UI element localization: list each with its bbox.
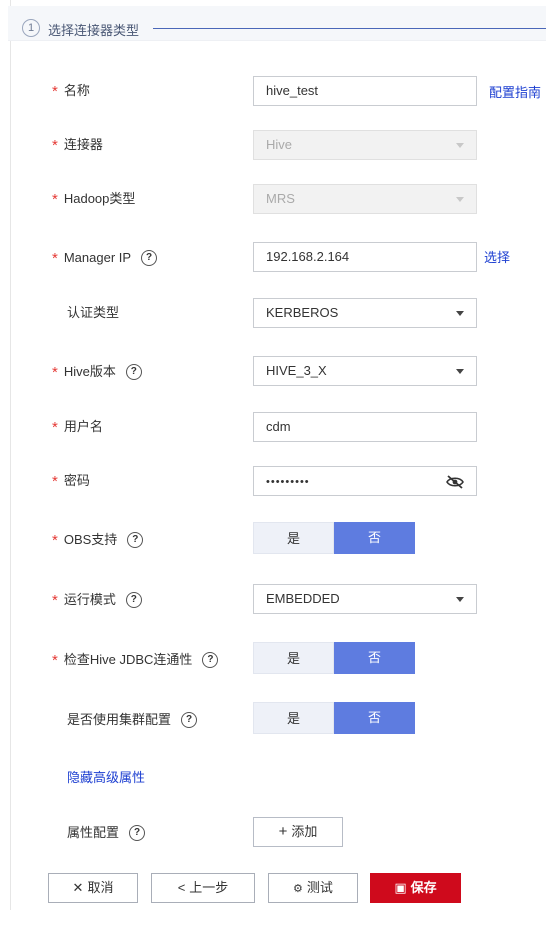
name-label: * 名称	[52, 83, 90, 100]
run-mode-label: * 运行模式?	[52, 590, 142, 610]
help-icon[interactable]: ?	[141, 249, 158, 266]
hide-advanced-link[interactable]: 隐藏高级属性	[67, 767, 145, 786]
save-button[interactable]: ▣ 保存	[370, 873, 461, 903]
password-label: * 密码	[52, 473, 90, 490]
obs-support-no[interactable]: 否	[334, 522, 415, 554]
use-cluster-config-label: 是否使用集群配置?	[67, 710, 198, 730]
manager-ip-label: * Manager IP?	[52, 248, 158, 268]
config-guide-link[interactable]: 配置指南	[489, 82, 541, 101]
use-cluster-config-no[interactable]: 否	[334, 702, 415, 734]
plus-icon: +	[278, 823, 288, 840]
check-jdbc-no[interactable]: 否	[334, 642, 415, 674]
test-button[interactable]: ⚙ 测试	[268, 873, 358, 903]
step-number: 1	[22, 19, 40, 37]
property-config-label: 属性配置?	[67, 823, 146, 843]
caret-down-icon	[456, 197, 464, 202]
manager-ip-input[interactable]: 192.168.2.164	[253, 242, 477, 272]
connector-select: Hive	[253, 130, 477, 160]
caret-down-icon	[456, 143, 464, 148]
auth-type-label: 认证类型	[67, 305, 120, 320]
username-label: * 用户名	[52, 419, 103, 436]
step-divider	[153, 28, 546, 29]
step-header: 1 选择连接器类型	[8, 6, 546, 41]
close-icon: ✕	[72, 880, 84, 895]
use-cluster-config-yes[interactable]: 是	[253, 702, 334, 734]
save-icon: ▣	[394, 880, 407, 895]
use-cluster-config-toggle: 是 否	[253, 702, 415, 734]
help-icon[interactable]: ?	[127, 531, 144, 548]
connector-label: * 连接器	[52, 137, 103, 154]
obs-support-toggle: 是 否	[253, 522, 415, 554]
chevron-left-icon: <	[177, 880, 186, 895]
help-icon[interactable]: ?	[202, 651, 219, 668]
name-input[interactable]: hive_test	[253, 76, 477, 106]
caret-down-icon	[456, 311, 464, 316]
cancel-button[interactable]: ✕ 取消	[48, 873, 138, 903]
check-jdbc-yes[interactable]: 是	[253, 642, 334, 674]
select-link[interactable]: 选择	[484, 247, 510, 266]
eye-off-icon[interactable]	[446, 475, 464, 489]
hive-version-select[interactable]: HIVE_3_X	[253, 356, 477, 386]
prev-step-button[interactable]: < 上一步	[151, 873, 255, 903]
obs-support-label: * OBS支持?	[52, 530, 144, 550]
help-icon[interactable]: ?	[125, 363, 142, 380]
test-icon: ⚙	[293, 883, 303, 895]
help-icon[interactable]: ?	[125, 591, 142, 608]
caret-down-icon	[456, 597, 464, 602]
help-icon[interactable]: ?	[181, 711, 198, 728]
auth-type-select[interactable]: KERBEROS	[253, 298, 477, 328]
step-title: 选择连接器类型	[48, 23, 140, 38]
obs-support-yes[interactable]: 是	[253, 522, 334, 554]
run-mode-select[interactable]: EMBEDDED	[253, 584, 477, 614]
add-property-button[interactable]: + 添加	[253, 817, 343, 847]
caret-down-icon	[456, 369, 464, 374]
hive-version-label: * Hive版本?	[52, 362, 142, 382]
required-mark: *	[52, 83, 58, 100]
check-jdbc-toggle: 是 否	[253, 642, 415, 674]
hadoop-type-select: MRS	[253, 184, 477, 214]
check-jdbc-label: * 检查Hive JDBC连通性?	[52, 650, 219, 670]
password-input[interactable]: •••••••••	[253, 466, 477, 496]
hadoop-type-label: * Hadoop类型	[52, 191, 136, 208]
username-input[interactable]: cdm	[253, 412, 477, 442]
help-icon[interactable]: ?	[129, 824, 146, 841]
